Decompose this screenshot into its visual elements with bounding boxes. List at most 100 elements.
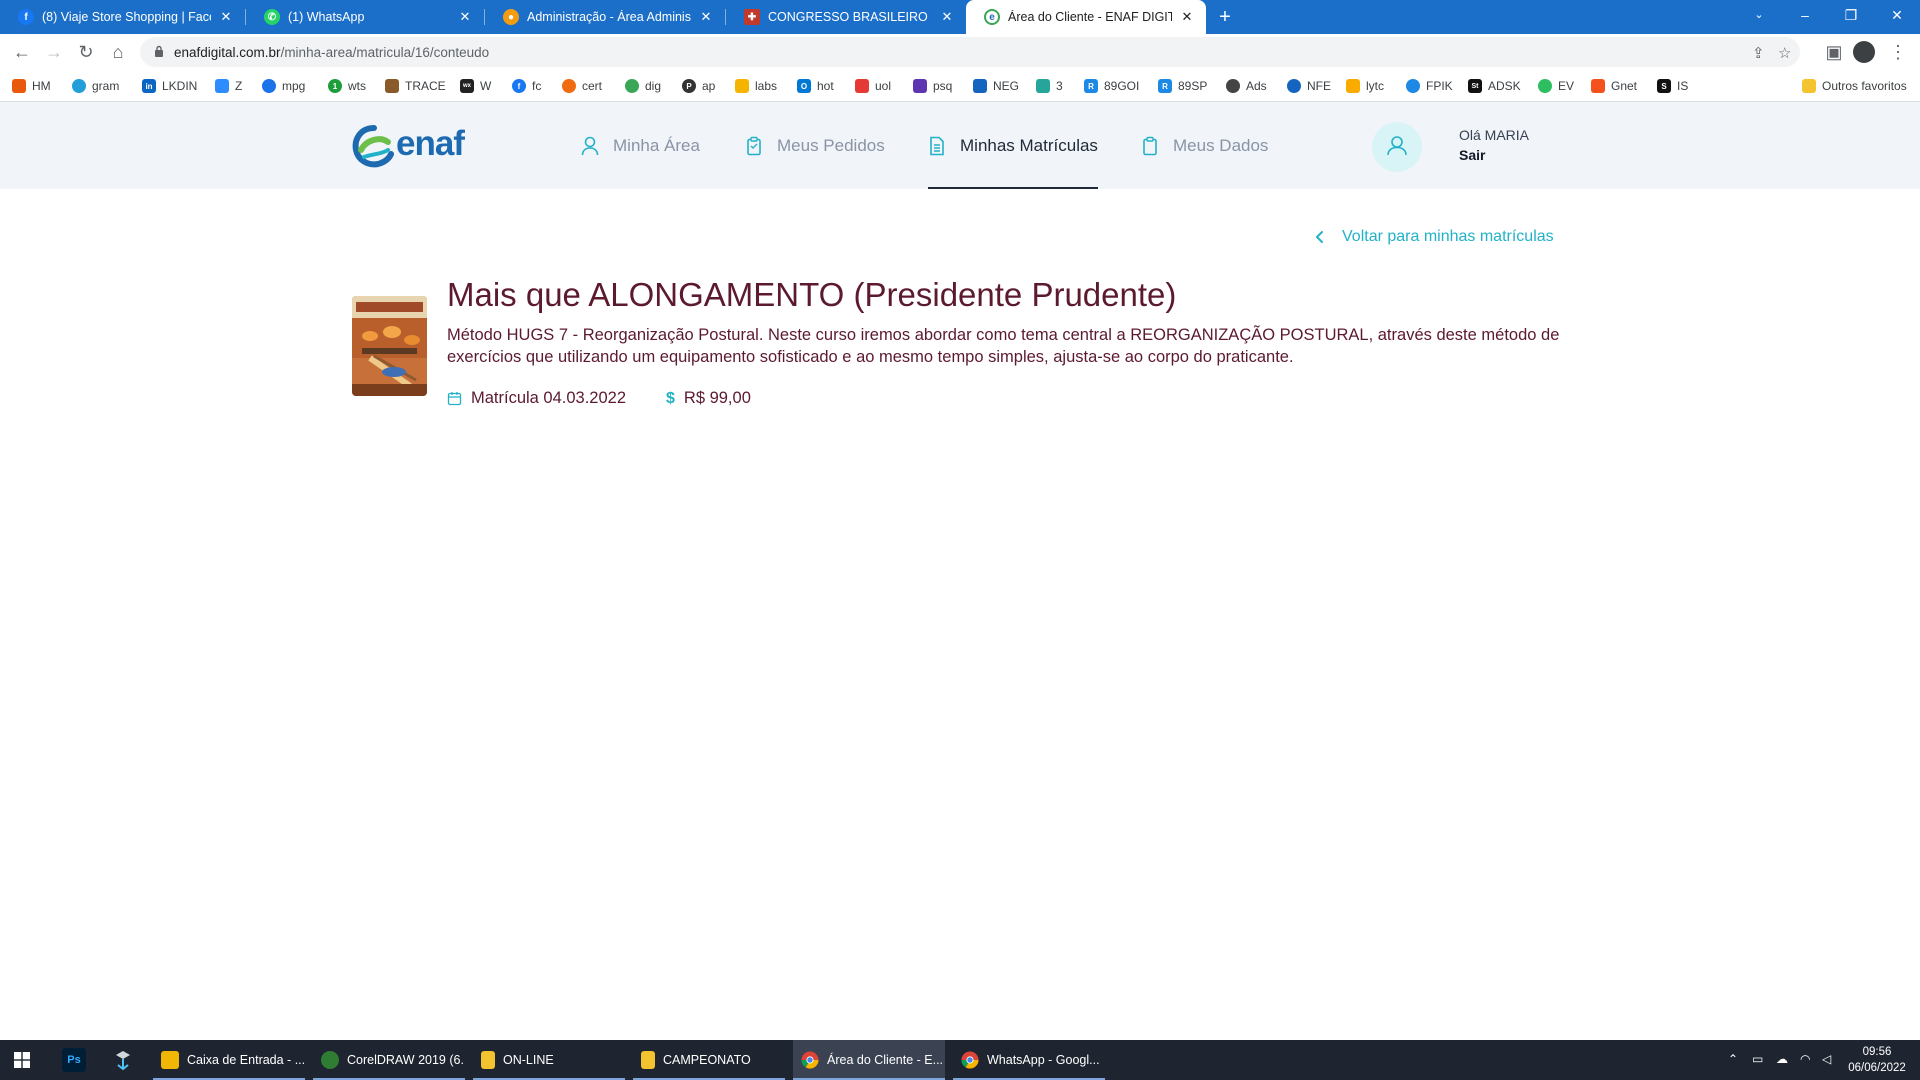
evernote-icon [1538, 79, 1552, 93]
bookmark[interactable]: wx W [460, 77, 491, 95]
nav-meus-pedidos[interactable]: Meus Pedidos [745, 102, 885, 189]
windows-start-icon[interactable] [14, 1052, 30, 1068]
bookmark[interactable]: TRACE [385, 77, 446, 95]
bookmark[interactable]: R 89SP [1158, 77, 1207, 95]
bookmark[interactable]: Pap [682, 77, 715, 95]
bookmark[interactable]: Ads [1226, 77, 1267, 95]
other-bookmarks[interactable]: Outros favoritos [1802, 77, 1907, 95]
side-panel-icon[interactable]: ▣ [1822, 40, 1846, 64]
taskbar-task[interactable]: ON-LINE [473, 1040, 625, 1080]
taskbar-task[interactable]: CAMPEONATO [633, 1040, 785, 1080]
forward-arrow-icon[interactable]: → [42, 40, 66, 64]
profile-avatar[interactable] [1853, 41, 1875, 63]
close-icon[interactable]: ✕ [1178, 9, 1196, 25]
bookmark[interactable]: in LKDIN [142, 77, 197, 95]
address-bar[interactable]: enafdigital.com.br/minha-area/matricula/… [140, 37, 1800, 67]
folder-icon [481, 1051, 495, 1069]
browser-tab[interactable]: f (8) Viaje Store Shopping | Facebo ✕ [0, 0, 245, 34]
close-window-icon[interactable]: ✕ [1874, 0, 1920, 34]
bookmark-label: HM [32, 79, 51, 93]
folder-icon [1802, 79, 1816, 93]
taskbar-task-active[interactable]: Área do Cliente - E... [793, 1040, 945, 1080]
browser-tab[interactable]: ✚ CONGRESSO BRASILEIRO DE MU ✕ [726, 0, 966, 34]
download-app-icon[interactable] [111, 1048, 135, 1072]
nav-minha-area[interactable]: Minha Área [581, 102, 700, 189]
bookmark[interactable]: lytc [1346, 77, 1384, 95]
trace-icon [385, 79, 399, 93]
wix-icon: wx [460, 79, 474, 93]
close-icon[interactable]: ✕ [938, 9, 956, 25]
taskbar-task[interactable]: Caixa de Entrada - ... [153, 1040, 305, 1080]
bookmark[interactable]: 1 wts [328, 77, 366, 95]
back-link-label: Voltar para minhas matrículas [1342, 228, 1554, 245]
bookmark-label: uol [875, 79, 892, 93]
taskbar-task[interactable]: WhatsApp - Googl... [953, 1040, 1105, 1080]
url-host: enafdigital.com.br [174, 45, 281, 60]
avatar[interactable] [1372, 122, 1422, 172]
congress-icon: ✚ [744, 9, 760, 25]
browser-tab[interactable]: ✆ (1) WhatsApp ✕ [246, 0, 484, 34]
back-to-enrollments-link[interactable]: Voltar para minhas matrículas [1313, 228, 1554, 246]
task-label: CAMPEONATO [663, 1053, 751, 1067]
forms-icon [913, 79, 927, 93]
bookmark[interactable]: mpg [262, 77, 305, 95]
system-clock[interactable]: 09:56 06/06/2022 [1842, 1044, 1912, 1076]
document-icon [930, 136, 944, 155]
bookmark[interactable]: FPIK [1406, 77, 1453, 95]
cloud-icon[interactable]: ☁ [1776, 1052, 1788, 1066]
minimize-icon[interactable]: – [1782, 0, 1828, 34]
bookmark[interactable]: psq [913, 77, 952, 95]
bookmark[interactable]: Z [215, 77, 242, 95]
bookmark[interactable]: Gnet [1591, 77, 1637, 95]
bookmark[interactable]: HM [12, 77, 51, 95]
edge-icon [625, 79, 639, 93]
bookmark[interactable]: St ADSK [1468, 77, 1521, 95]
telegram-icon [72, 79, 86, 93]
bookmark[interactable]: f fc [512, 77, 541, 95]
bookmark[interactable]: labs [735, 77, 777, 95]
browser-tab-active[interactable]: e Área do Cliente - ENAF DIGITAL ✕ [966, 0, 1206, 34]
wifi-icon[interactable]: ◠ [1800, 1052, 1810, 1066]
bookmark-label: lytc [1366, 79, 1384, 93]
is-icon: S [1657, 79, 1671, 93]
browser-tab[interactable]: ● Administração - Área Administrat ✕ [485, 0, 725, 34]
home-icon[interactable]: ⌂ [106, 40, 130, 64]
adsk-icon: St [1468, 79, 1482, 93]
logout-link[interactable]: Sair [1459, 147, 1485, 163]
reload-icon[interactable]: ↻ [74, 40, 98, 64]
bookmark[interactable]: EV [1538, 77, 1574, 95]
bookmark[interactable]: dig [625, 77, 661, 95]
share-icon[interactable]: ⇪ [1752, 44, 1765, 62]
bookmark-label: NFE [1307, 79, 1331, 93]
close-icon[interactable]: ✕ [697, 9, 715, 25]
bookmark[interactable]: NFE [1287, 77, 1331, 95]
new-tab-button[interactable]: + [1212, 5, 1238, 29]
bookmark[interactable]: Ohot [797, 77, 834, 95]
volume-icon[interactable]: ◁ [1822, 1052, 1831, 1066]
clipboard-icon [1143, 136, 1157, 155]
neg-icon [973, 79, 987, 93]
star-icon[interactable]: ☆ [1778, 44, 1791, 62]
back-arrow-icon[interactable]: ← [10, 40, 34, 64]
chevron-up-icon[interactable]: ⌃ [1728, 1052, 1738, 1066]
battery-icon[interactable]: ▭ [1752, 1052, 1763, 1066]
bookmark[interactable]: cert [562, 77, 602, 95]
restore-icon[interactable]: ❐ [1828, 0, 1874, 34]
enaf-logo[interactable]: enaf [352, 124, 482, 168]
bookmark[interactable]: 3 [1036, 77, 1063, 95]
close-icon[interactable]: ✕ [217, 9, 235, 25]
fire-icon [12, 79, 26, 93]
bookmark[interactable]: gram [72, 77, 119, 95]
nav-meus-dados[interactable]: Meus Dados [1141, 102, 1268, 189]
taskbar-task[interactable]: CorelDRAW 2019 (6... [313, 1040, 465, 1080]
bookmark[interactable]: uol [855, 77, 891, 95]
bookmark[interactable]: R 89GOI [1084, 77, 1139, 95]
bookmark[interactable]: S IS [1657, 77, 1688, 95]
tab-search-icon[interactable]: ⌄ [1736, 0, 1782, 34]
nav-minhas-matriculas[interactable]: Minhas Matrículas [928, 102, 1098, 189]
photoshop-icon[interactable]: Ps [62, 1048, 86, 1072]
menu-icon[interactable]: ⋮ [1886, 40, 1910, 64]
user-icon [1387, 136, 1407, 156]
bookmark[interactable]: NEG [973, 77, 1019, 95]
close-icon[interactable]: ✕ [456, 9, 474, 25]
